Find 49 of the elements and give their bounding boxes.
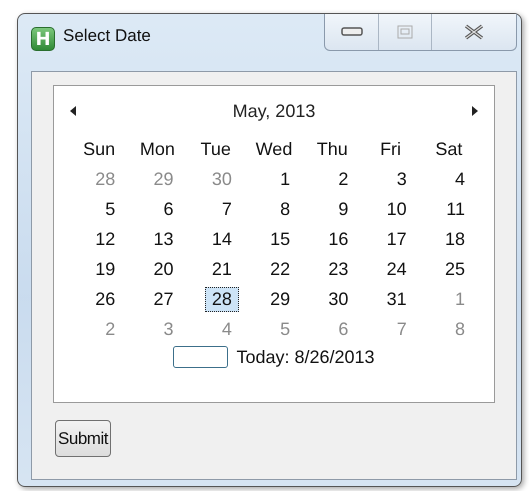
window-title: Select Date: [63, 26, 151, 46]
day-cell[interactable]: 26: [88, 286, 122, 312]
day-cell[interactable]: 15: [263, 226, 298, 252]
minimize-icon: [340, 27, 362, 37]
day-cell[interactable]: 16: [321, 226, 356, 252]
today-marker: [173, 346, 228, 368]
day-cell[interactable]: 21: [204, 256, 239, 282]
submit-button[interactable]: Submit: [55, 420, 111, 457]
day-cell[interactable]: 7: [214, 196, 239, 222]
day-cell[interactable]: 27: [146, 286, 181, 312]
day-cell[interactable]: 13: [146, 226, 181, 252]
day-cell[interactable]: 9: [331, 196, 356, 222]
maximize-icon: [397, 25, 413, 39]
day-cell[interactable]: 11: [439, 196, 472, 222]
day-cell[interactable]: 3: [390, 166, 414, 192]
day-cell[interactable]: 31: [380, 286, 414, 312]
day-cell[interactable]: 20: [146, 256, 181, 282]
day-cell[interactable]: 24: [380, 256, 414, 282]
day-cell[interactable]: 18: [438, 226, 472, 252]
day-cell[interactable]: 14: [204, 226, 239, 252]
day-cell[interactable]: 8: [273, 196, 298, 222]
app-icon: H: [31, 27, 55, 51]
day-cell[interactable]: 29: [263, 286, 298, 312]
day-cell[interactable]: 28: [204, 286, 239, 312]
day-cell[interactable]: 2: [331, 166, 356, 192]
close-icon: [463, 24, 485, 40]
weekday-label: Wed: [254, 138, 294, 161]
today-label[interactable]: Today: 8/26/2013: [236, 346, 375, 368]
day-cell[interactable]: 19: [88, 256, 122, 282]
day-cell[interactable]: 25: [438, 256, 472, 282]
day-cell[interactable]: 4: [448, 166, 472, 192]
previous-month-icon[interactable]: [70, 106, 76, 116]
day-cell[interactable]: 6: [156, 196, 181, 222]
weekday-label: Sun: [82, 138, 116, 161]
month-label: May, 2013: [232, 100, 316, 122]
day-cell[interactable]: 12: [88, 226, 122, 252]
next-month-icon[interactable]: [472, 106, 478, 116]
day-cell[interactable]: 5: [98, 196, 122, 222]
day-cell[interactable]: 23: [321, 256, 356, 282]
day-cell[interactable]: 1: [273, 166, 298, 192]
day-cell[interactable]: 10: [380, 196, 414, 222]
weekday-label: Thu: [316, 138, 349, 161]
weekday-label: Tue: [200, 138, 232, 161]
day-cell[interactable]: 30: [321, 286, 356, 312]
day-cell[interactable]: 22: [263, 256, 298, 282]
weekday-label: Sat: [434, 138, 464, 161]
weekday-label: Fri: [379, 138, 402, 161]
day-cell[interactable]: 17: [380, 226, 414, 252]
weekday-label: Mon: [138, 138, 176, 161]
